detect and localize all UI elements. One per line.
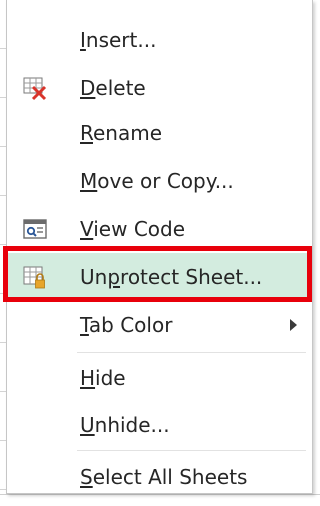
menu-item-label: Delete [80,76,146,100]
menu-item-label: Rename [80,121,163,145]
menu-item-hide[interactable]: Hide [8,354,311,402]
menu-item-label: Unhide... [80,413,170,437]
menu-item-label: Select All Sheets [80,465,248,489]
protect-sheet-icon [22,264,48,290]
menu-item-label: Hide [80,366,126,390]
submenu-arrow-icon [290,319,297,331]
menu-item-label: View Code [80,217,186,241]
menu-item-delete[interactable]: Delete [8,64,311,112]
menu-item-select-all-sheets[interactable]: Select All Sheets [8,453,311,501]
menu-item-label: Insert... [80,28,157,52]
menu-separator [77,450,306,451]
menu-item-move-or-copy[interactable]: Move or Copy... [8,157,311,205]
menu-item-insert[interactable]: Insert... [8,16,311,64]
menu-item-unprotect-sheet[interactable]: Unprotect Sheet... [8,253,311,301]
menu-item-label: Unprotect Sheet... [80,265,263,289]
view-code-icon [22,216,48,242]
menu-item-tab-color[interactable]: Tab Color [8,301,311,349]
sheet-tab-context-menu: Insert... Delete Rename Move or Copy... [6,0,313,494]
menu-item-label: Move or Copy... [80,169,234,193]
menu-item-rename[interactable]: Rename [8,109,311,157]
menu-separator [77,352,306,353]
menu-item-label: Tab Color [80,313,173,337]
worksheet-right-strip [312,0,320,505]
delete-sheet-icon [22,75,48,101]
menu-item-unhide[interactable]: Unhide... [8,401,311,449]
menu-item-view-code[interactable]: View Code [8,205,311,253]
